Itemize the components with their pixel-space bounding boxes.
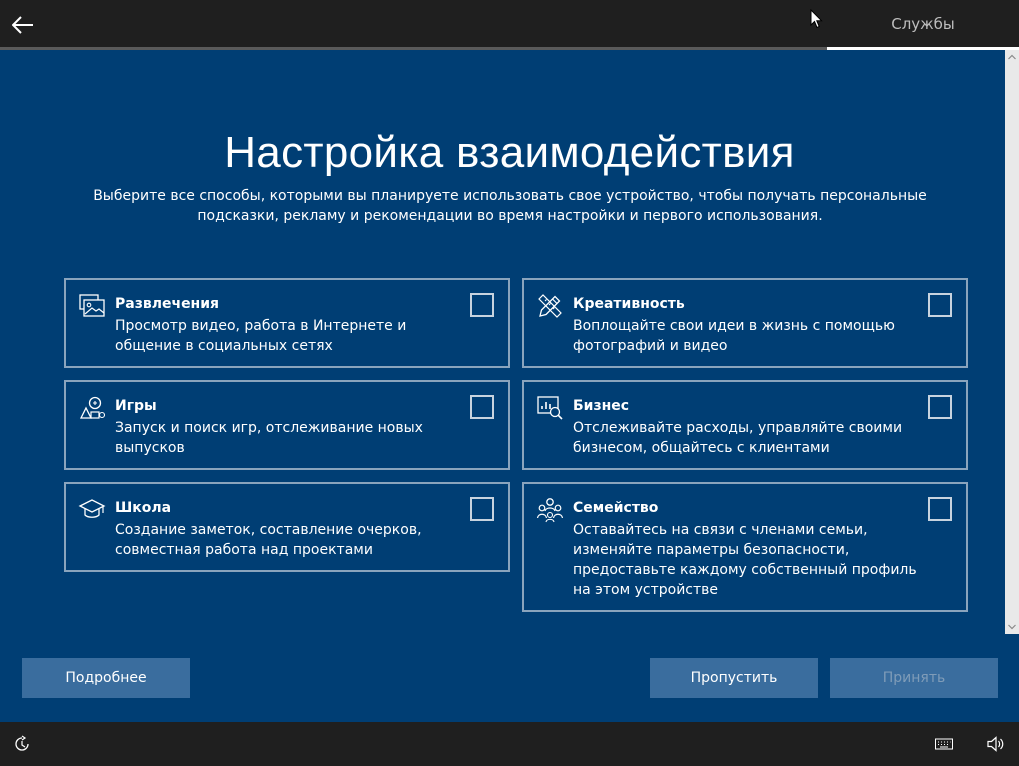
keyboard-button[interactable] [934, 734, 954, 754]
card-checkbox[interactable] [470, 293, 494, 317]
card-title: Креативность [573, 296, 685, 312]
card-description: Запуск и поиск игр, отслеживание новых в… [115, 418, 475, 458]
card-description: Просмотр видео, работа в Интернете и общ… [115, 316, 475, 356]
accept-button[interactable]: Принять [830, 658, 998, 698]
keyboard-icon [935, 738, 953, 750]
card-title: Школа [115, 500, 171, 516]
ease-of-access-button[interactable] [12, 734, 32, 754]
card-checkbox[interactable] [928, 395, 952, 419]
card-description: Отслеживайте расходы, управляйте своими … [573, 418, 933, 458]
card-title: Развлечения [115, 296, 219, 312]
back-arrow-icon [12, 16, 34, 34]
gallery-icon [78, 292, 106, 320]
page-title: Настройка взаимодействия [0, 128, 1019, 178]
back-button[interactable] [8, 10, 38, 40]
learn-more-button[interactable]: Подробнее [22, 658, 190, 698]
card-title: Бизнес [573, 398, 629, 414]
family-icon [536, 496, 564, 524]
scrollbar-gap [1005, 634, 1019, 722]
business-chart-icon [536, 394, 564, 422]
tab-services[interactable]: Службы [827, 0, 1019, 50]
graduation-cap-icon [78, 496, 106, 524]
chevron-up-icon [1008, 54, 1016, 60]
card-family[interactable]: Семейство Оставайтесь на связи с членами… [522, 482, 968, 612]
scroll-down-button[interactable] [1005, 620, 1019, 634]
bottom-bar [0, 722, 1019, 766]
volume-button[interactable] [986, 734, 1006, 754]
card-checkbox[interactable] [928, 497, 952, 521]
scroll-up-button[interactable] [1005, 50, 1019, 64]
card-description: Оставайтесь на связи с членами семьи, из… [573, 520, 933, 600]
card-creativity[interactable]: Креативность Воплощайте свои идеи в жизн… [522, 278, 968, 368]
card-checkbox[interactable] [470, 395, 494, 419]
skip-button[interactable]: Пропустить [650, 658, 818, 698]
chevron-down-icon [1008, 624, 1016, 630]
card-description: Воплощайте свои идеи в жизнь с помощью ф… [573, 316, 933, 356]
card-title: Семейство [573, 500, 658, 516]
card-title: Игры [115, 398, 157, 414]
ease-of-access-icon [13, 735, 31, 753]
card-school[interactable]: Школа Создание заметок, составление очер… [64, 482, 510, 572]
top-bar: Службы [0, 0, 1019, 50]
card-entertainment[interactable]: Развлечения Просмотр видео, работа в Инт… [64, 278, 510, 368]
page-description: Выберите все способы, которыми вы планир… [70, 186, 950, 226]
card-description: Создание заметок, составление очерков, с… [115, 520, 475, 560]
pen-ruler-icon [536, 292, 564, 320]
volume-icon [987, 736, 1005, 752]
card-checkbox[interactable] [928, 293, 952, 317]
card-gaming[interactable]: Игры Запуск и поиск игр, отслеживание но… [64, 380, 510, 470]
card-business[interactable]: Бизнес Отслеживайте расходы, управляйте … [522, 380, 968, 470]
mouse-cursor-icon [810, 9, 824, 29]
card-checkbox[interactable] [470, 497, 494, 521]
game-controller-icon [78, 394, 106, 422]
